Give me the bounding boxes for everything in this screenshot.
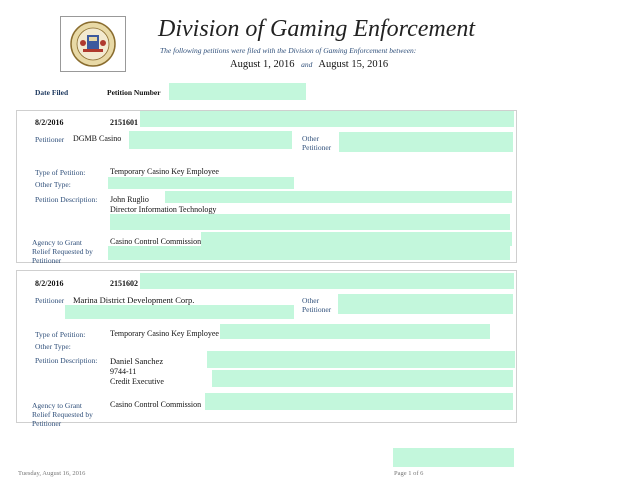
agency-field-top[interactable]: [201, 232, 512, 246]
petition-number-field[interactable]: [169, 83, 306, 100]
agency-label-1: Agency to Grant: [32, 401, 82, 410]
agency-label-1: Agency to Grant: [32, 238, 82, 247]
other-petitioner-field[interactable]: [338, 294, 513, 314]
description-field-bottom[interactable]: [110, 214, 510, 230]
footer-field[interactable]: [393, 448, 514, 467]
footer-page-number: Page 1 of 6: [394, 470, 424, 477]
other-petitioner-label-1: Other: [302, 134, 320, 143]
and-word: and: [301, 60, 313, 69]
record-number-field[interactable]: [140, 273, 514, 289]
agency-field[interactable]: [205, 393, 513, 410]
date-filed-header: Date Filed: [35, 88, 69, 97]
description-line-2: 9744-11: [110, 367, 137, 376]
petitioner-value: Marina District Development Corp.: [73, 295, 195, 305]
other-petitioner-field[interactable]: [339, 132, 513, 152]
type-of-petition-label: Type of Petition:: [35, 168, 86, 177]
petition-number-header: Petition Number: [107, 88, 161, 97]
end-date: August 15, 2016: [318, 59, 389, 70]
description-line-3: Credit Executive: [110, 377, 164, 386]
description-field-top[interactable]: [165, 191, 512, 203]
agency-label-2: Relief Requested by: [32, 247, 93, 256]
petitioner-field[interactable]: [129, 131, 292, 149]
type-of-petition-label: Type of Petition:: [35, 330, 86, 339]
description-field-bottom[interactable]: [212, 370, 513, 387]
petition-description-label: Petition Description:: [35, 195, 98, 204]
other-petitioner-label-2: Petitioner: [302, 305, 332, 314]
record-number-field[interactable]: [140, 111, 514, 127]
agency-label-3: Petitioner: [32, 256, 62, 265]
description-field-top[interactable]: [207, 351, 515, 368]
petitioner-value: DGMB Casino: [73, 134, 122, 143]
type-of-petition-value: Temporary Casino Key Employee: [110, 167, 219, 176]
petitioner-label: Petitioner: [35, 296, 65, 305]
seal-icon: [70, 21, 116, 67]
agency-label-3: Petitioner: [32, 419, 62, 428]
state-seal-image: [60, 16, 126, 72]
type-of-petition-field[interactable]: [220, 324, 490, 339]
petitioner-field[interactable]: [65, 305, 294, 319]
agency-field-bottom[interactable]: [108, 246, 510, 260]
footer-date: Tuesday, August 16, 2016: [18, 470, 86, 477]
record-number: 2151602: [110, 279, 138, 288]
description-line-1: John Ruglio: [110, 195, 149, 204]
description-line-1: Daniel Sanchez: [110, 356, 164, 366]
record-date: 8/2/2016: [35, 118, 64, 127]
record-date: 8/2/2016: [35, 279, 64, 288]
agency-value: Casino Control Commission: [110, 400, 202, 409]
agency-label-2: Relief Requested by: [32, 410, 93, 419]
other-petitioner-label-2: Petitioner: [302, 143, 332, 152]
other-type-label: Other Type:: [35, 342, 71, 351]
petitioner-label: Petitioner: [35, 135, 65, 144]
date-range: August 1, 2016 and August 15, 2016: [230, 59, 388, 70]
page-subtitle: The following petitions were filed with …: [160, 46, 417, 55]
petition-description-label: Petition Description:: [35, 356, 98, 365]
page-title: Division of Gaming Enforcement: [158, 16, 476, 42]
other-petitioner-label-1: Other: [302, 296, 320, 305]
type-of-petition-value: Temporary Casino Key Employee: [110, 329, 219, 338]
start-date: August 1, 2016: [230, 59, 295, 70]
other-type-field[interactable]: [108, 177, 294, 189]
other-type-label: Other Type:: [35, 180, 71, 189]
record-number: 2151601: [110, 118, 138, 127]
